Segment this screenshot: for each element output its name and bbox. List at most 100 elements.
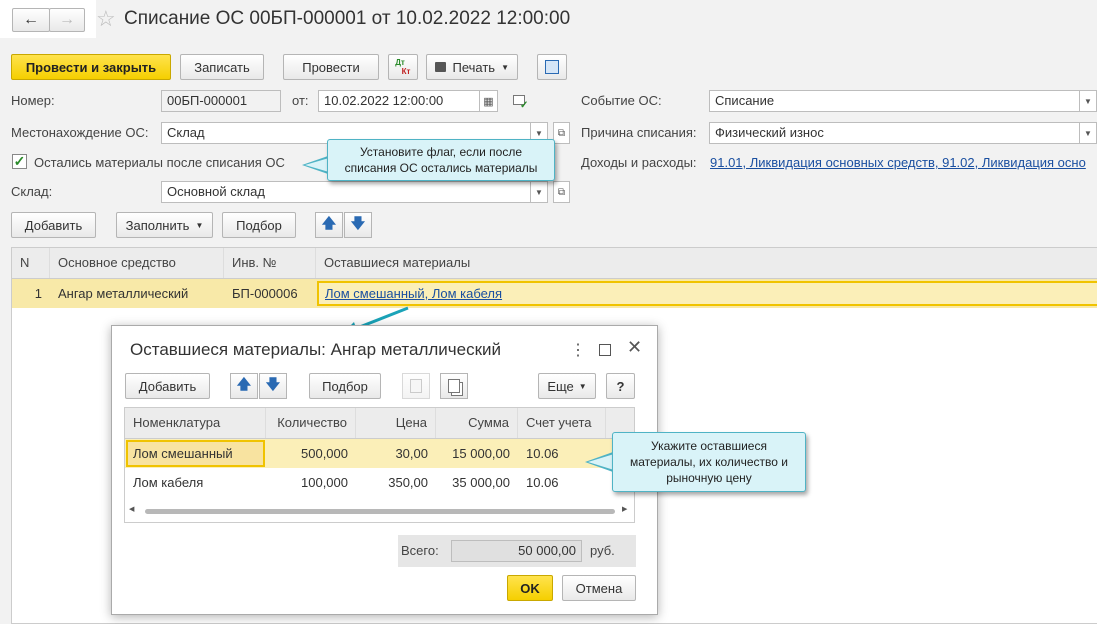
materials-checkbox[interactable]: ✓	[12, 154, 27, 169]
arrow-right-icon: →	[59, 11, 75, 28]
back-button[interactable]: ←	[12, 8, 50, 32]
structure-button[interactable]	[537, 54, 567, 80]
scrollbar-thumb[interactable]	[145, 509, 615, 514]
arrow-left-icon: ←	[23, 11, 39, 28]
location-label: Местонахождение ОС:	[11, 125, 149, 140]
row-materials-cell[interactable]: Лом смешанный, Лом кабеля	[317, 281, 1097, 306]
horizontal-scrollbar[interactable]: ◀ ▶	[125, 504, 634, 518]
paste-button[interactable]	[402, 373, 430, 399]
more-label: Еще	[547, 378, 574, 394]
dialog-move-up-button[interactable]: 🡅	[230, 373, 258, 399]
select-button[interactable]: Подбор	[222, 212, 296, 238]
dialog-move-down-button[interactable]: 🡇	[259, 373, 287, 399]
row-item: Лом смешанный	[133, 446, 233, 461]
more-vertical-icon[interactable]: ⋮	[570, 340, 586, 360]
col-inv[interactable]: Инв. №	[224, 248, 316, 278]
row-item: Лом кабеля	[133, 475, 204, 490]
row-sum: 35 000,00	[452, 475, 510, 490]
maximize-icon[interactable]	[599, 344, 611, 356]
ok-button[interactable]: OK	[507, 575, 553, 601]
chevron-down-icon: ▼	[195, 220, 204, 230]
materials-table: Номенклатура Количество Цена Сумма Счет …	[124, 407, 635, 523]
warehouse-open-button[interactable]: ⧉	[553, 181, 570, 203]
materials-checkbox-label[interactable]: Остались материалы после списания ОС	[34, 155, 285, 170]
add-row-button[interactable]: Добавить	[11, 212, 96, 238]
move-up-button[interactable]: 🡅	[315, 212, 343, 238]
warehouse-field[interactable]: Основной склад	[161, 181, 531, 203]
calendar-icon[interactable]: ▦	[480, 90, 498, 112]
col-n[interactable]: N	[12, 248, 50, 278]
fill-button[interactable]: Заполнить ▼	[116, 212, 213, 238]
col-qty[interactable]: Количество	[266, 408, 356, 438]
warehouse-dropdown[interactable]: ▼	[531, 181, 548, 203]
total-label: Всего:	[401, 543, 439, 558]
favorite-star-icon[interactable]: ☆	[96, 7, 116, 31]
row-price: 350,00	[388, 475, 428, 490]
table-row[interactable]: Лом смешанный 500,000 30,00 15 000,00 10…	[125, 439, 634, 468]
col-sum[interactable]: Сумма	[436, 408, 518, 438]
row-sum: 15 000,00	[452, 446, 510, 461]
number-field[interactable]: 00БП-000001	[161, 90, 281, 112]
dt-kt-button[interactable]: Дт Кт	[388, 54, 418, 80]
move-down-button[interactable]: 🡇	[344, 212, 372, 238]
table-row[interactable]: 1 Ангар металлический БП-000006 Лом смеш…	[12, 279, 1097, 308]
col-item[interactable]: Номенклатура	[125, 408, 266, 438]
arrow-up-icon: 🡅	[321, 215, 337, 231]
dialog-title: Оставшиеся материалы: Ангар металлически…	[130, 340, 502, 359]
total-field: 50 000,00	[451, 540, 582, 562]
table-header: N Основное средство Инв. № Оставшиеся ма…	[12, 248, 1097, 279]
event-dropdown[interactable]: ▼	[1080, 90, 1097, 112]
chevron-down-icon: ▼	[501, 62, 509, 72]
col-price[interactable]: Цена	[356, 408, 436, 438]
more-button[interactable]: Еще ▼	[538, 373, 596, 399]
col-account[interactable]: Счет учета	[518, 408, 606, 438]
dt-kt-icon-bottom: Кт	[401, 67, 411, 76]
check-icon: ✓	[520, 100, 529, 111]
row-price: 30,00	[395, 446, 428, 461]
row-n: 1	[34, 286, 42, 301]
checkmark-icon: ✓	[13, 153, 26, 169]
print-button[interactable]: Печать ▼	[426, 54, 518, 80]
forward-button[interactable]: →	[49, 8, 85, 32]
warehouse-label: Склад:	[11, 184, 53, 199]
event-field[interactable]: Списание	[709, 90, 1080, 112]
chevron-down-icon: ▼	[578, 381, 587, 391]
arrow-up-icon: 🡅	[236, 376, 252, 392]
reason-field[interactable]: Физический износ	[709, 122, 1080, 144]
print-label: Печать	[452, 59, 496, 75]
callout-dialog-pointer-fill	[588, 454, 614, 470]
reason-label: Причина списания:	[581, 125, 697, 140]
page-title: Списание ОС 00БП-000001 от 10.02.2022 12…	[124, 8, 571, 29]
scroll-left-icon[interactable]: ◀	[129, 505, 134, 513]
save-button[interactable]: Записать	[180, 54, 264, 80]
row-materials-link[interactable]: Лом смешанный, Лом кабеля	[325, 286, 502, 301]
callout-top-pointer-fill	[305, 158, 329, 172]
dialog-add-button[interactable]: Добавить	[125, 373, 210, 399]
copy-button[interactable]	[440, 373, 468, 399]
copy-icon	[448, 379, 460, 393]
number-label: Номер:	[11, 93, 55, 108]
materials-table-header: Номенклатура Количество Цена Сумма Счет …	[125, 408, 634, 439]
structure-icon	[545, 60, 559, 74]
income-label: Доходы и расходы:	[581, 155, 697, 170]
scroll-right-icon[interactable]: ▶	[622, 505, 627, 513]
post-button[interactable]: Провести	[283, 54, 379, 80]
col-materials[interactable]: Оставшиеся материалы	[316, 248, 1097, 278]
reason-dropdown[interactable]: ▼	[1080, 122, 1097, 144]
row-account: 10.06	[526, 475, 559, 490]
table-row[interactable]: Лом кабеля 100,000 350,00 35 000,00 10.0…	[125, 468, 634, 497]
row-inv: БП-000006	[232, 286, 298, 301]
close-icon[interactable]: ✕	[627, 337, 642, 358]
paste-icon	[410, 379, 422, 393]
dialog-select-button[interactable]: Подбор	[309, 373, 381, 399]
date-field[interactable]: 10.02.2022 12:00:00	[318, 90, 480, 112]
cancel-button[interactable]: Отмена	[562, 575, 636, 601]
row-qty: 100,000	[301, 475, 348, 490]
dt-kt-icon-top: Дт	[395, 58, 405, 67]
help-button[interactable]: ?	[606, 373, 635, 399]
col-asset[interactable]: Основное средство	[50, 248, 224, 278]
printer-icon	[435, 62, 447, 72]
post-and-close-button[interactable]: Провести и закрыть	[11, 54, 171, 80]
income-link[interactable]: 91.01, Ликвидация основных средств, 91.0…	[710, 155, 1097, 170]
location-open-button[interactable]: ⧉	[553, 122, 570, 144]
